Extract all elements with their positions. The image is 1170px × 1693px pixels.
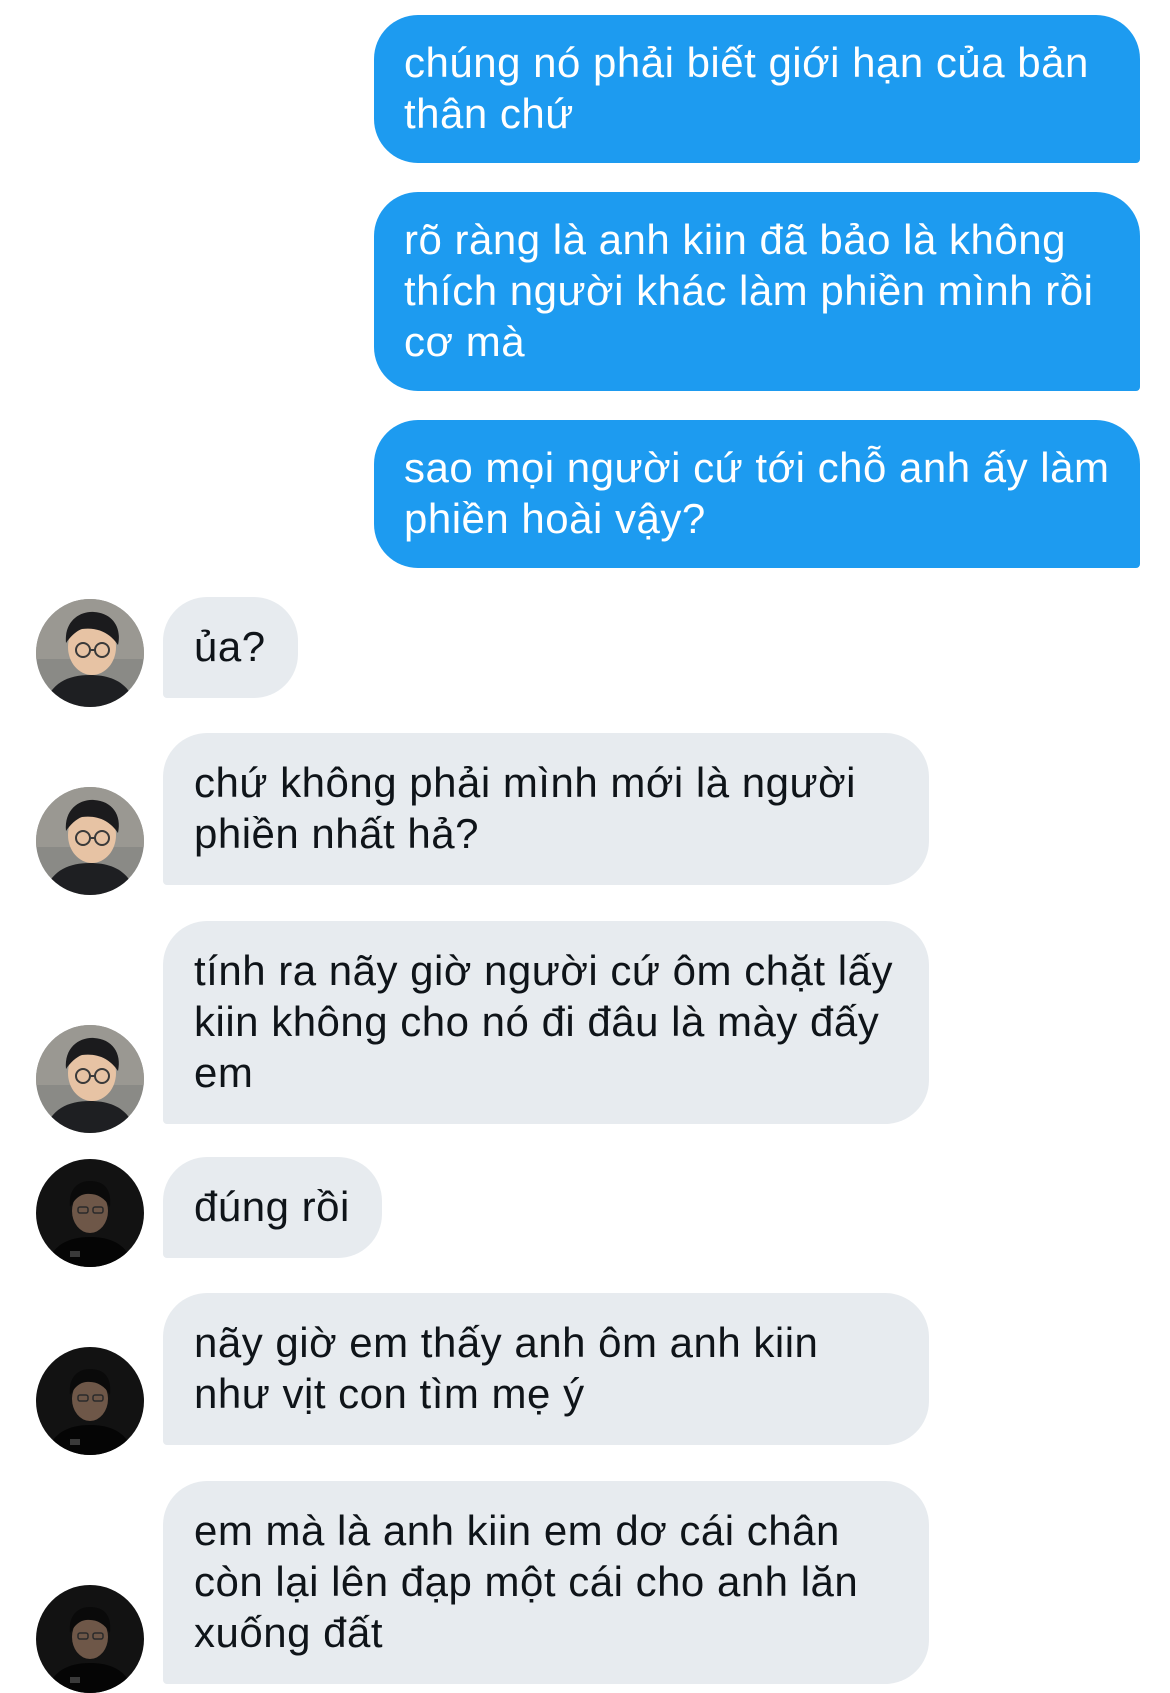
user-avatar-dark-icon[interactable] xyxy=(36,1347,144,1455)
sent-message-bubble[interactable]: rõ ràng là anh kiin đã bảo là không thíc… xyxy=(374,192,1140,391)
sent-message-bubble[interactable]: chúng nó phải biết giới hạn của bản thân… xyxy=(374,15,1140,163)
user-avatar-dark-icon[interactable] xyxy=(36,1585,144,1693)
received-message-bubble[interactable]: ủa? xyxy=(163,597,298,698)
user-avatar-dark-icon[interactable] xyxy=(36,1159,144,1267)
received-message-bubble[interactable]: chứ không phải mình mới là người phiền n… xyxy=(163,733,929,885)
user-avatar-glasses-icon[interactable] xyxy=(36,1025,144,1133)
user-avatar-glasses-icon[interactable] xyxy=(36,787,144,895)
chat-thread: chúng nó phải biết giới hạn của bản thân… xyxy=(0,0,1170,1693)
received-message-bubble[interactable]: tính ra nãy giờ người cứ ôm chặt lấy kii… xyxy=(163,921,929,1124)
received-message-bubble[interactable]: đúng rồi xyxy=(163,1157,382,1258)
received-message-bubble[interactable]: em mà là anh kiin em dơ cái chân còn lại… xyxy=(163,1481,929,1684)
received-message-bubble[interactable]: nãy giờ em thấy anh ôm anh kiin như vịt … xyxy=(163,1293,929,1445)
sent-message-bubble[interactable]: sao mọi người cứ tới chỗ anh ấy làm phiề… xyxy=(374,420,1140,568)
user-avatar-glasses-icon[interactable] xyxy=(36,599,144,707)
